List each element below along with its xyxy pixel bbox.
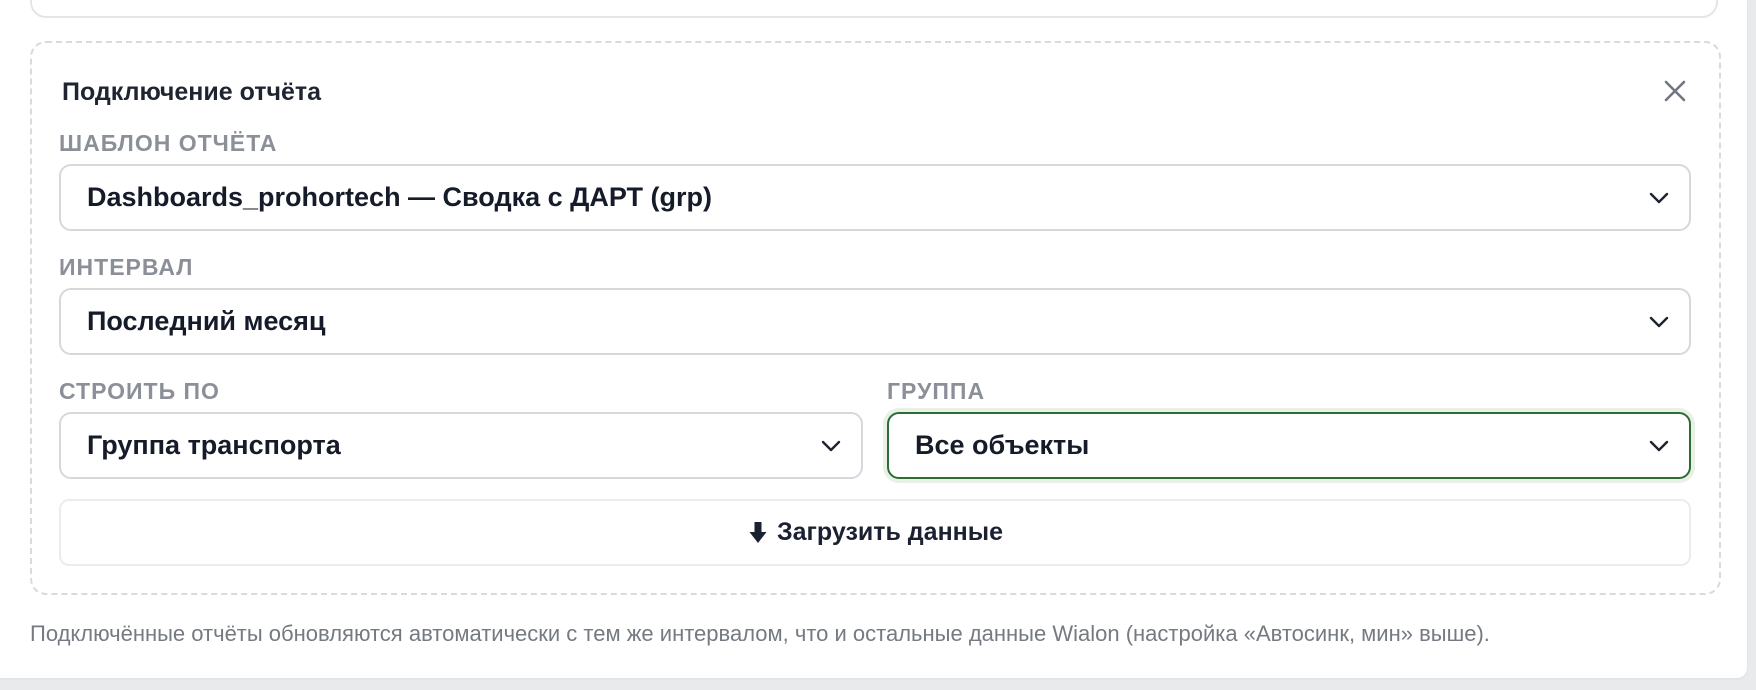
interval-select-value: Последний месяц — [87, 306, 326, 336]
previous-card — [30, 0, 1718, 18]
load-data-label: Загрузить данные — [776, 518, 1004, 546]
build-by-select-value: Группа транспорта — [87, 430, 341, 460]
chevron-down-icon — [1647, 310, 1671, 334]
panel-title: Подключение отчёта — [62, 78, 322, 106]
close-icon — [1664, 80, 1686, 102]
load-data-button[interactable]: Загрузить данные — [59, 499, 1691, 566]
download-arrow-icon — [747, 520, 769, 546]
screen: Подключение отчёта ШАБЛОН ОТЧЁТА Dashboa… — [0, 0, 1756, 690]
template-select[interactable]: Dashboards_prohortech — Сводка с ДАРТ (g… — [59, 164, 1691, 231]
build-by-label: СТРОИТЬ ПО — [59, 378, 220, 404]
chevron-down-icon — [1647, 186, 1671, 210]
chevron-down-icon — [819, 434, 843, 458]
report-connection-panel: Подключение отчёта ШАБЛОН ОТЧЁТА Dashboa… — [30, 41, 1721, 595]
chevron-down-icon — [1647, 434, 1671, 458]
template-label: ШАБЛОН ОТЧЁТА — [59, 130, 278, 156]
build-by-select[interactable]: Группа транспорта — [59, 412, 863, 479]
interval-label: ИНТЕРВАЛ — [59, 254, 194, 280]
settings-page: Подключение отчёта ШАБЛОН ОТЧЁТА Dashboa… — [0, 0, 1747, 678]
group-select-value: Все объекты — [915, 430, 1090, 460]
footer-note: Подключённые отчёты обновляются автомати… — [30, 621, 1490, 646]
group-select[interactable]: Все объекты — [887, 412, 1691, 479]
interval-select[interactable]: Последний месяц — [59, 288, 1691, 355]
group-label: ГРУППА — [887, 378, 986, 404]
template-select-value: Dashboards_prohortech — Сводка с ДАРТ (g… — [87, 182, 712, 212]
close-button[interactable] — [1657, 73, 1693, 109]
